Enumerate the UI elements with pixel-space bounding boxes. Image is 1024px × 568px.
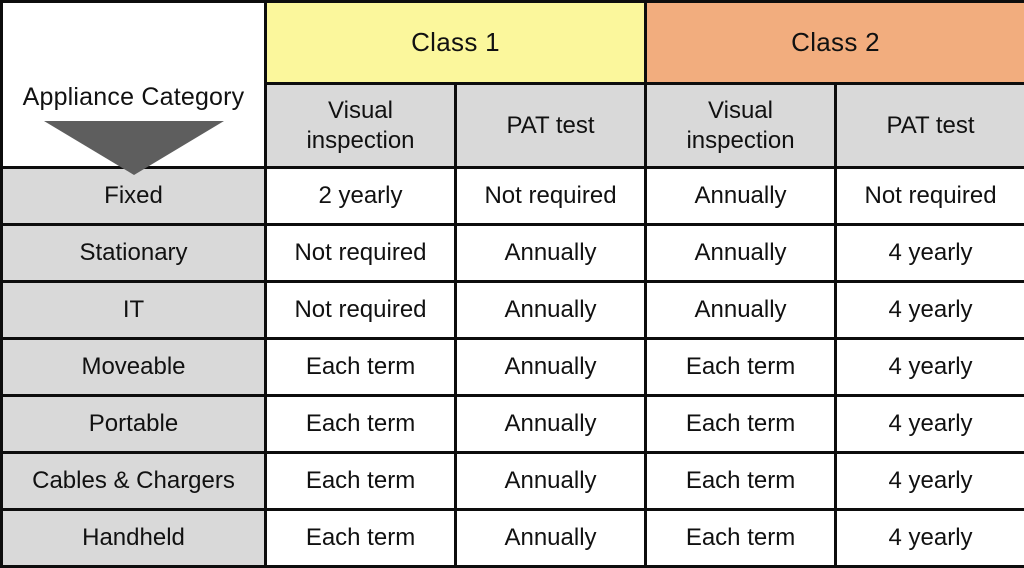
- cell-portable-class1-pat: Annually: [456, 396, 646, 453]
- cell-it-class2-visual: Annually: [646, 282, 836, 339]
- class-2-group-header: Class 2: [646, 2, 1024, 84]
- table-body: Fixed 2 yearly Not required Annually Not…: [2, 168, 1024, 567]
- cell-handheld-class2-visual: Each term: [646, 510, 836, 567]
- subheader-class1-visual-inspection: Visual inspection: [266, 84, 456, 168]
- header-row-class-groups: Appliance Category Class 1 Class 2: [2, 2, 1024, 84]
- table-row: Fixed 2 yearly Not required Annually Not…: [2, 168, 1024, 225]
- row-label-fixed: Fixed: [2, 168, 266, 225]
- cell-moveable-class2-visual: Each term: [646, 339, 836, 396]
- subheader-class1-pat-test: PAT test: [456, 84, 646, 168]
- cell-stationary-class2-pat: 4 yearly: [836, 225, 1024, 282]
- row-label-stationary: Stationary: [2, 225, 266, 282]
- cell-moveable-class1-visual: Each term: [266, 339, 456, 396]
- table-row: Cables & Chargers Each term Annually Eac…: [2, 453, 1024, 510]
- cell-handheld-class1-visual: Each term: [266, 510, 456, 567]
- subheader-class2-visual-inspection: Visual inspection: [646, 84, 836, 168]
- subheader-line-1: Visual: [328, 97, 393, 124]
- subheader-line-1: Visual: [708, 97, 773, 124]
- row-label-handheld: Handheld: [2, 510, 266, 567]
- row-label-moveable: Moveable: [2, 339, 266, 396]
- cell-fixed-class1-pat: Not required: [456, 168, 646, 225]
- corner-cell-appliance-category: Appliance Category: [2, 2, 266, 168]
- cell-handheld-class2-pat: 4 yearly: [836, 510, 1024, 567]
- cell-cables-class1-visual: Each term: [266, 453, 456, 510]
- cell-fixed-class1-visual: 2 yearly: [266, 168, 456, 225]
- cell-portable-class2-pat: 4 yearly: [836, 396, 1024, 453]
- cell-it-class1-visual: Not required: [266, 282, 456, 339]
- corner-cell-inner: Appliance Category: [3, 3, 264, 166]
- cell-moveable-class1-pat: Annually: [456, 339, 646, 396]
- pat-testing-frequency-table: Appliance Category Class 1 Class 2 Visua…: [0, 0, 1024, 568]
- cell-cables-class2-visual: Each term: [646, 453, 836, 510]
- cell-stationary-class1-visual: Not required: [266, 225, 456, 282]
- table-row: Stationary Not required Annually Annuall…: [2, 225, 1024, 282]
- cell-stationary-class2-visual: Annually: [646, 225, 836, 282]
- cell-it-class1-pat: Annually: [456, 282, 646, 339]
- subheader-class2-pat-test: PAT test: [836, 84, 1024, 168]
- row-label-it: IT: [2, 282, 266, 339]
- row-label-cables-and-chargers: Cables & Chargers: [2, 453, 266, 510]
- table-row: Moveable Each term Annually Each term 4 …: [2, 339, 1024, 396]
- subheader-line-1: PAT test: [506, 112, 594, 139]
- cell-handheld-class1-pat: Annually: [456, 510, 646, 567]
- down-triangle-icon: [44, 121, 224, 175]
- subheader-line-1: PAT test: [887, 112, 975, 139]
- subheader-line-2: inspection: [686, 127, 794, 154]
- cell-fixed-class2-pat: Not required: [836, 168, 1024, 225]
- table-row: Handheld Each term Annually Each term 4 …: [2, 510, 1024, 567]
- table-row: Portable Each term Annually Each term 4 …: [2, 396, 1024, 453]
- table-row: IT Not required Annually Annually 4 year…: [2, 282, 1024, 339]
- cell-portable-class2-visual: Each term: [646, 396, 836, 453]
- cell-cables-class1-pat: Annually: [456, 453, 646, 510]
- cell-cables-class2-pat: 4 yearly: [836, 453, 1024, 510]
- table-header: Appliance Category Class 1 Class 2 Visua…: [2, 2, 1024, 168]
- row-label-portable: Portable: [2, 396, 266, 453]
- subheader-line-2: inspection: [306, 127, 414, 154]
- class-1-group-header: Class 1: [266, 2, 646, 84]
- cell-fixed-class2-visual: Annually: [646, 168, 836, 225]
- cell-it-class2-pat: 4 yearly: [836, 282, 1024, 339]
- cell-stationary-class1-pat: Annually: [456, 225, 646, 282]
- appliance-category-label: Appliance Category: [3, 85, 264, 110]
- cell-portable-class1-visual: Each term: [266, 396, 456, 453]
- cell-moveable-class2-pat: 4 yearly: [836, 339, 1024, 396]
